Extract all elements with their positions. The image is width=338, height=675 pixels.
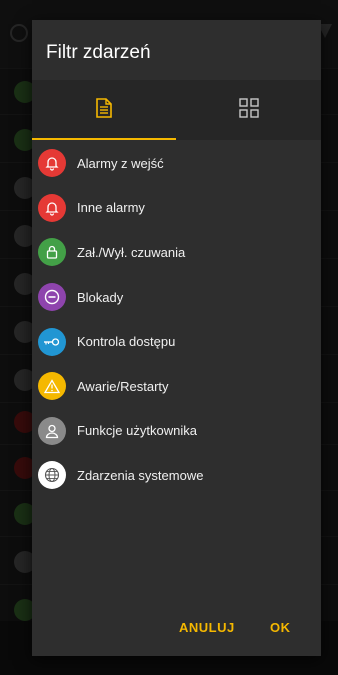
tab-event-list[interactable] bbox=[32, 80, 176, 140]
bell-icon bbox=[38, 193, 66, 222]
warning-icon bbox=[38, 372, 66, 401]
list-item-label: Awarie/Restarty bbox=[77, 378, 169, 394]
event-type-list: Alarmy z wejść Inne alarmy Zał./Wył. czu… bbox=[32, 141, 321, 498]
lock-icon bbox=[38, 238, 66, 267]
list-item-alarmy-z-wejsc[interactable]: Alarmy z wejść bbox=[32, 141, 321, 186]
ok-button[interactable]: OK bbox=[270, 620, 291, 635]
dialog-actions: ANULUJ OK bbox=[32, 606, 321, 656]
list-item-label: Funkcje użytkownika bbox=[77, 423, 197, 439]
list-item-awarie[interactable]: Awarie/Restarty bbox=[32, 364, 321, 409]
list-item-zdarzenia-systemowe[interactable]: Zdarzenia systemowe bbox=[32, 453, 321, 498]
block-icon bbox=[38, 283, 66, 312]
tab-partitions[interactable] bbox=[177, 80, 321, 140]
list-item-kontrola-dostepu[interactable]: Kontrola dostępu bbox=[32, 319, 321, 364]
grid-icon bbox=[239, 97, 259, 123]
active-tab-indicator bbox=[32, 138, 176, 140]
bell-icon bbox=[38, 149, 66, 178]
cancel-button[interactable]: ANULUJ bbox=[179, 620, 235, 635]
list-item-label: Inne alarmy bbox=[77, 200, 145, 216]
list-item-inne-alarmy[interactable]: Inne alarmy bbox=[32, 186, 321, 231]
list-item-label: Zał./Wył. czuwania bbox=[77, 244, 186, 260]
list-item-label: Zdarzenia systemowe bbox=[77, 467, 204, 483]
list-item-label: Kontrola dostępu bbox=[77, 334, 176, 350]
list-item-arming[interactable]: Zał./Wył. czuwania bbox=[32, 230, 321, 275]
key-icon bbox=[38, 327, 66, 356]
list-item-label: Alarmy z wejść bbox=[77, 155, 164, 171]
document-icon bbox=[96, 97, 112, 123]
event-filter-dialog: Filtr zdarzeń Alarmy z wejść Inne alarmy… bbox=[32, 20, 321, 656]
list-item-blokady[interactable]: Blokady bbox=[32, 275, 321, 320]
globe-icon bbox=[38, 461, 66, 490]
tab-bar bbox=[32, 80, 321, 140]
dialog-title: Filtr zdarzeń bbox=[46, 42, 151, 63]
list-item-label: Blokady bbox=[77, 289, 124, 305]
list-item-funkcje-uzytkownika[interactable]: Funkcje użytkownika bbox=[32, 409, 321, 454]
user-icon bbox=[38, 416, 66, 445]
